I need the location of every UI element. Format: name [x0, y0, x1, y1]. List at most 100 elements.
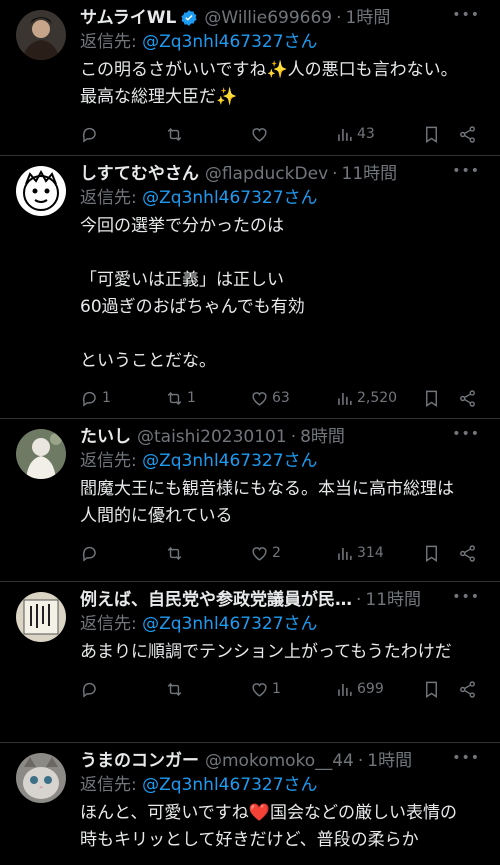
reply-context: 返信先: @Zq3nhl467327さん — [80, 186, 462, 210]
more-icon[interactable]: ••• — [452, 590, 480, 604]
tweet-text: 今回の選挙で分かったのは 「可愛いは正義」は正しい 60過ぎのおばちゃんでも有効… — [80, 216, 305, 371]
views-count: 2,520 — [357, 390, 398, 406]
action-bar: 2 314 — [80, 538, 475, 574]
views-button[interactable]: 314 — [335, 538, 384, 568]
bookmark-icon — [426, 681, 437, 698]
timestamp[interactable]: 1時間 — [367, 749, 412, 773]
display-name[interactable]: たいし — [80, 425, 131, 449]
reply-prefix: 返信先: — [80, 775, 143, 795]
like-count: 63 — [272, 390, 290, 406]
reply-button[interactable] — [80, 119, 102, 149]
handle[interactable]: @taishi20230101 — [137, 425, 287, 449]
share-button[interactable] — [458, 674, 477, 704]
bookmark-icon — [426, 390, 437, 407]
tweet[interactable]: ••• サムライWL @Willie699669 · 1時間 返信先: @Zq3… — [0, 0, 500, 156]
share-button[interactable] — [458, 383, 477, 413]
separator: · — [336, 8, 342, 28]
views-icon — [338, 392, 352, 405]
share-button[interactable] — [458, 538, 477, 568]
retweet-icon — [167, 682, 182, 696]
views-button[interactable]: 43 — [335, 119, 375, 149]
display-name[interactable]: 例えば、自民党や参政党議員が民… — [80, 588, 352, 612]
share-button[interactable] — [458, 119, 477, 149]
like-count: 2 — [272, 545, 281, 561]
avatar[interactable] — [16, 592, 66, 642]
reply-context: 返信先: @Zq3nhl467327さん — [80, 773, 462, 797]
more-icon[interactable]: ••• — [452, 164, 480, 178]
bookmark-button[interactable] — [422, 119, 441, 149]
like-button[interactable]: 2 — [250, 538, 281, 568]
handle[interactable]: @Willie699669 — [204, 6, 332, 30]
avatar[interactable] — [16, 166, 66, 216]
like-icon — [252, 682, 267, 697]
reply-prefix: 返信先: — [80, 32, 143, 52]
bookmark-button[interactable] — [422, 674, 441, 704]
reply-mention-link[interactable]: @Zq3nhl467327さん — [142, 188, 317, 208]
reply-prefix: 返信先: — [80, 451, 143, 471]
bookmark-button[interactable] — [422, 538, 441, 568]
like-button[interactable]: 1 — [250, 674, 281, 704]
tweet[interactable]: ••• しすてむやさん @flapduckDev · 11時間 返信先: @Zq… — [0, 156, 500, 419]
avatar[interactable] — [16, 10, 66, 60]
tweet-text: この明るさがいいですね✨人の悪口も言わない。最高な総理大臣だ✨ — [80, 60, 458, 107]
reply-mention-link[interactable]: @Zq3nhl467327さん — [142, 614, 317, 634]
timestamp[interactable]: 8時間 — [300, 425, 345, 449]
tweet[interactable]: ••• たいし @taishi20230101 · 8時間 返信先: @Zq3n… — [0, 419, 500, 582]
timestamp[interactable]: 11時間 — [342, 162, 398, 186]
reply-mention-link[interactable]: @Zq3nhl467327さん — [142, 32, 317, 52]
share-icon — [460, 680, 475, 698]
views-icon — [338, 128, 352, 141]
share-icon — [460, 125, 475, 143]
retweet-button[interactable] — [165, 538, 187, 568]
retweet-button[interactable]: 1 — [165, 383, 196, 413]
tweet-text: 閻魔大王にも観音様にもなる。本当に高市総理は人間的に優れている — [80, 479, 454, 526]
reply-mention-link[interactable]: @Zq3nhl467327さん — [142, 775, 317, 795]
retweet-button[interactable] — [165, 674, 187, 704]
reply-mention-link[interactable]: @Zq3nhl467327さん — [142, 451, 317, 471]
reply-count: 1 — [102, 390, 111, 406]
tweet-text: あまりに順調でテンション上がってもうたわけだ — [80, 642, 452, 662]
reply-button[interactable] — [80, 538, 102, 568]
more-icon[interactable]: ••• — [452, 751, 480, 765]
action-bar: 1 699 — [80, 674, 475, 710]
like-count: 1 — [272, 681, 281, 697]
retweet-icon — [167, 127, 182, 141]
views-button[interactable]: 2,520 — [335, 383, 397, 413]
tweet[interactable]: ••• 例えば、自民党や参政党議員が民… · 11時間 返信先: @Zq3nhl… — [0, 582, 500, 743]
action-bar: 43 — [80, 119, 475, 155]
avatar[interactable] — [16, 429, 66, 479]
handle[interactable]: @flapduckDev — [205, 162, 328, 186]
tweet-text: ほんと、可愛いですね❤️国会などの厳しい表情の時もキリッとして好きだけど、普段の… — [80, 803, 457, 850]
timestamp[interactable]: 1時間 — [346, 6, 391, 30]
reply-button[interactable]: 1 — [80, 383, 111, 413]
display-name[interactable]: うまのコンガー — [80, 749, 199, 773]
more-icon[interactable]: ••• — [452, 427, 480, 441]
retweet-icon — [167, 546, 182, 560]
handle[interactable]: @mokomoko__44 — [205, 749, 354, 773]
separator: · — [332, 164, 338, 184]
reply-prefix: 返信先: — [80, 614, 143, 634]
share-icon — [460, 544, 475, 562]
display-name[interactable]: サムライWL — [80, 6, 176, 30]
more-icon[interactable]: ••• — [452, 8, 480, 22]
reply-button[interactable] — [80, 674, 102, 704]
avatar[interactable] — [16, 753, 66, 803]
like-button[interactable]: 63 — [250, 383, 290, 413]
reply-context: 返信先: @Zq3nhl467327さん — [80, 30, 462, 54]
timestamp[interactable]: 11時間 — [365, 588, 421, 612]
like-icon — [252, 546, 267, 561]
bookmark-icon — [426, 545, 437, 562]
views-button[interactable]: 699 — [335, 674, 384, 704]
like-icon — [252, 391, 267, 406]
tweet[interactable]: ••• うまのコンガー @mokomoko__44 · 1時間 返信先: @Zq… — [0, 743, 500, 865]
display-name[interactable]: しすてむやさん — [80, 162, 199, 186]
retweet-count: 1 — [187, 390, 196, 406]
reply-icon — [82, 391, 96, 407]
separator: · — [357, 751, 364, 771]
views-count: 699 — [357, 681, 384, 697]
retweet-button[interactable] — [165, 119, 187, 149]
reply-icon — [82, 127, 96, 143]
verified-badge-icon — [180, 9, 198, 27]
bookmark-button[interactable] — [422, 383, 441, 413]
like-button[interactable] — [250, 119, 272, 149]
